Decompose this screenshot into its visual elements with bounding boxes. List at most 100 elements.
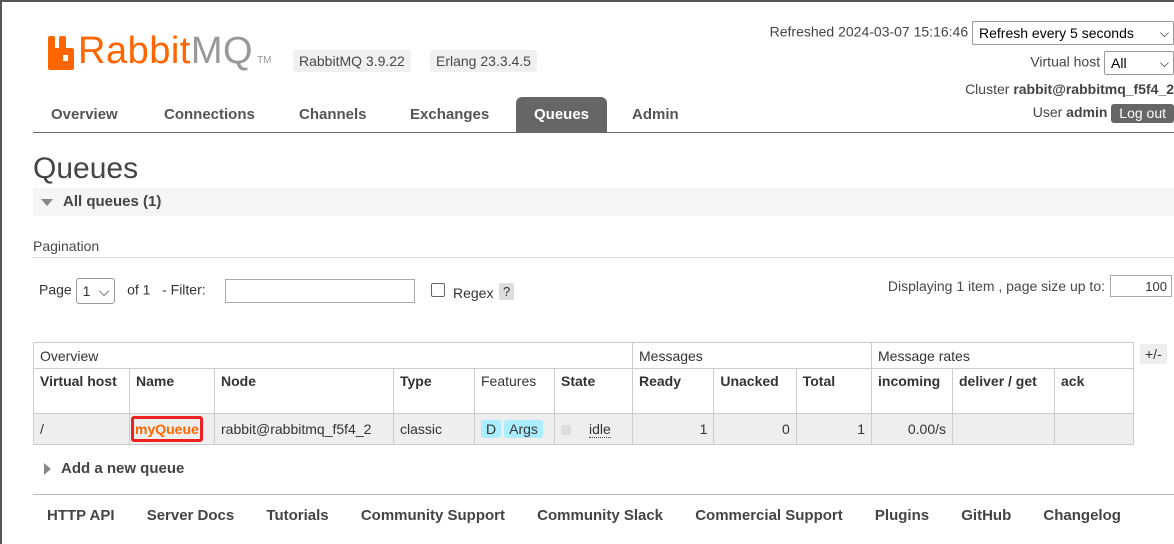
cluster-name: rabbit@rabbitmq_f5f4_2	[1013, 81, 1174, 97]
vhost-value: All	[1111, 55, 1127, 71]
footer-link-tutorials[interactable]: Tutorials	[266, 507, 328, 524]
footer-links: HTTP API Server Docs Tutorials Community…	[33, 507, 1135, 524]
cell-node: rabbit@rabbitmq_f5f4_2	[214, 413, 394, 445]
triangle-down-icon	[41, 198, 53, 206]
group-overview: Overview	[33, 342, 633, 369]
logo-trademark: TM	[257, 55, 272, 66]
footer-link-commercial-support[interactable]: Commercial Support	[695, 507, 843, 524]
col-ack[interactable]: ack	[1054, 368, 1134, 414]
regex-checkbox[interactable]	[431, 283, 445, 297]
main-nav-tabs: Overview Connections Channels Exchanges …	[33, 97, 1174, 133]
page-select[interactable]: 1 ⌵	[75, 278, 116, 304]
vhost-select[interactable]: All ⌵	[1104, 51, 1174, 75]
cell-features: D Args	[474, 413, 555, 445]
filter-input[interactable]	[225, 279, 415, 303]
tab-admin[interactable]: Admin	[614, 97, 697, 132]
chevron-down-icon: ⌵	[98, 283, 110, 299]
regex-label: Regex	[453, 285, 494, 301]
col-virtual-host[interactable]: Virtual host	[33, 368, 130, 414]
erlang-version-badge: Erlang 23.3.4.5	[430, 50, 537, 72]
pagination-divider	[33, 257, 1174, 258]
add-queue-toggle[interactable]: Add a new queue	[44, 460, 184, 477]
col-state[interactable]: State	[554, 368, 633, 414]
col-unacked[interactable]: Unacked	[713, 368, 797, 414]
page-count: of 1	[127, 281, 151, 298]
page-select-value: 1	[82, 283, 91, 299]
cell-type: classic	[393, 413, 475, 445]
cell-name: myQueue	[129, 413, 215, 445]
group-messages: Messages	[632, 342, 872, 369]
footer-link-server-docs[interactable]: Server Docs	[147, 507, 235, 524]
cluster-label: Cluster	[965, 81, 1010, 97]
display-count-label: Displaying 1 item , page size up to:	[887, 278, 1105, 294]
tab-exchanges[interactable]: Exchanges	[392, 97, 507, 132]
cluster-row: Cluster rabbit@rabbitmq_f5f4_2	[965, 81, 1174, 97]
col-node[interactable]: Node	[214, 368, 394, 414]
logo-wordmark: RabbitMQ	[78, 32, 253, 70]
col-incoming[interactable]: incoming	[871, 368, 953, 414]
section-title: All queues (1)	[63, 193, 162, 210]
cell-ack	[1054, 413, 1134, 445]
col-features: Features	[474, 368, 555, 414]
pagination-controls: Page 1 ⌵ of 1 - Filter:	[39, 278, 206, 304]
vhost-row: Virtual host All ⌵	[1030, 51, 1174, 75]
state-indicator-icon	[561, 425, 571, 436]
page-size-input[interactable]: 100	[1110, 275, 1172, 297]
col-name[interactable]: Name	[129, 368, 215, 414]
footer-link-plugins[interactable]: Plugins	[875, 507, 929, 524]
tab-connections[interactable]: Connections	[146, 97, 273, 132]
tab-queues[interactable]: Queues	[516, 97, 608, 132]
tab-overview[interactable]: Overview	[33, 97, 136, 132]
name-highlight-box: myQueue	[131, 416, 203, 442]
queue-name-link[interactable]: myQueue	[135, 421, 199, 437]
refresh-row: Refreshed 2024-03-07 15:16:46 Refresh ev…	[770, 21, 1174, 45]
chevron-down-icon: ⌵	[1159, 56, 1169, 70]
regex-help-button[interactable]: ?	[499, 283, 515, 300]
rabbitmq-logo[interactable]: RabbitMQ TM	[46, 30, 272, 70]
rabbit-logo-icon	[46, 36, 76, 70]
footer-link-changelog[interactable]: Changelog	[1043, 507, 1121, 524]
vhost-label: Virtual host	[1030, 53, 1101, 70]
cell-total: 1	[795, 413, 873, 445]
column-toggle-button[interactable]: +/-	[1140, 344, 1167, 364]
refreshed-timestamp: Refreshed 2024-03-07 15:16:46	[769, 23, 969, 40]
col-ready[interactable]: Ready	[631, 368, 715, 414]
feature-durable-badge[interactable]: D	[481, 420, 502, 438]
footer-link-github[interactable]: GitHub	[961, 507, 1011, 524]
state-text: idle	[589, 421, 611, 438]
filter-label: - Filter:	[162, 281, 206, 298]
add-queue-label: Add a new queue	[61, 460, 185, 477]
triangle-right-icon	[44, 463, 51, 476]
cell-ready: 1	[631, 413, 715, 445]
cell-state: idle	[554, 413, 633, 445]
refresh-interval-select[interactable]: Refresh every 5 seconds ⌵	[972, 21, 1174, 45]
queues-table: Overview Messages Message rates Virtual …	[33, 342, 1134, 445]
window-top-border	[0, 0, 1174, 2]
cell-deliver-get	[952, 413, 1055, 445]
chevron-down-icon: ⌵	[1159, 26, 1169, 40]
footer-link-community-support[interactable]: Community Support	[361, 507, 505, 524]
table-group-header-row: Overview Messages Message rates	[33, 342, 1134, 369]
footer-link-http-api[interactable]: HTTP API	[47, 507, 115, 524]
page-label: Page	[39, 281, 72, 298]
col-total[interactable]: Total	[795, 368, 873, 414]
page-title: Queues	[33, 152, 139, 185]
cell-vhost: /	[33, 413, 130, 445]
all-queues-section-toggle[interactable]: All queues (1)	[33, 188, 1174, 216]
cell-unacked: 0	[713, 413, 797, 445]
refresh-interval-value: Refresh every 5 seconds	[979, 25, 1134, 41]
tab-channels[interactable]: Channels	[281, 97, 385, 132]
footer-divider	[33, 494, 1174, 495]
logo-mq-text: MQ	[190, 30, 254, 72]
window-left-border	[0, 0, 2, 544]
logo-rabbit-text: Rabbit	[78, 30, 191, 72]
pagination-label: Pagination	[33, 238, 100, 254]
table-row[interactable]: / myQueue rabbit@rabbitmq_f5f4_2 classic…	[33, 413, 1134, 445]
group-message-rates: Message rates	[871, 342, 1134, 369]
footer-link-community-slack[interactable]: Community Slack	[537, 507, 663, 524]
cell-incoming: 0.00/s	[871, 413, 953, 445]
col-deliver-get[interactable]: deliver / get	[952, 368, 1055, 414]
feature-args-badge[interactable]: Args	[504, 420, 543, 438]
col-type[interactable]: Type	[393, 368, 475, 414]
rabbitmq-version-badge: RabbitMQ 3.9.22	[293, 50, 411, 72]
